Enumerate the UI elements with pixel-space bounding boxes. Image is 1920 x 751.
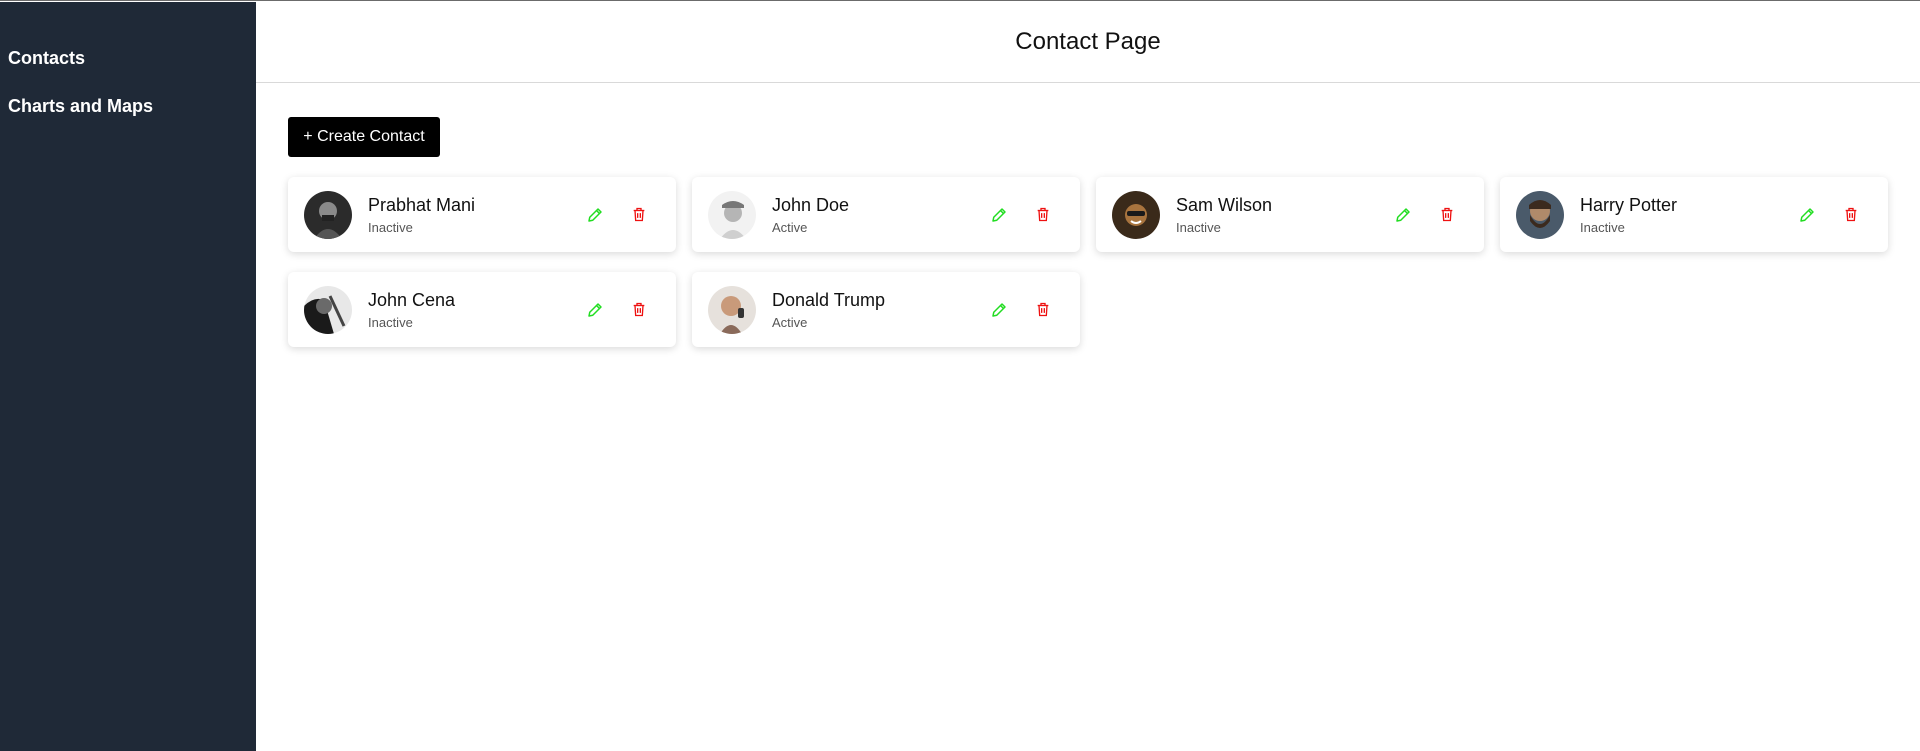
avatar (304, 285, 352, 334)
delete-trash-icon[interactable] (630, 301, 648, 319)
sidebar: Contacts Charts and Maps (0, 2, 256, 751)
contact-actions (1394, 206, 1456, 224)
edit-pencil-icon[interactable] (586, 206, 604, 224)
page-title: Contact Page (1015, 28, 1161, 55)
contact-info: Prabhat Mani Inactive (368, 194, 586, 235)
contact-info: Harry Potter Inactive (1580, 194, 1798, 235)
contact-status: Active (772, 220, 808, 235)
create-contact-button[interactable]: + Create Contact (288, 117, 440, 157)
edit-pencil-icon[interactable] (586, 301, 604, 319)
contact-card: Donald Trump Active (692, 272, 1080, 347)
contact-info: John Cena Inactive (368, 289, 586, 330)
contact-actions (1798, 206, 1860, 224)
delete-trash-icon[interactable] (1842, 206, 1860, 224)
delete-trash-icon[interactable] (1438, 206, 1456, 224)
contact-status: Inactive (368, 220, 413, 235)
contact-actions (586, 301, 648, 319)
contact-status: Inactive (368, 315, 413, 330)
main-content: Contact Page + Create Contact Prabhat Ma… (256, 2, 1920, 751)
contact-info: Donald Trump Active (772, 289, 990, 330)
contact-card: Prabhat Mani Inactive (288, 177, 676, 252)
contact-name: John Cena (368, 290, 456, 310)
contact-name: Harry Potter (1580, 195, 1678, 215)
sidebar-item-contacts[interactable]: Contacts (0, 46, 256, 94)
contact-status: Inactive (1176, 220, 1221, 235)
contact-info: Sam Wilson Inactive (1176, 194, 1394, 235)
delete-trash-icon[interactable] (1034, 206, 1052, 224)
contact-card: Harry Potter Inactive (1500, 177, 1888, 252)
contact-status: Active (772, 315, 808, 330)
app-root: Contacts Charts and Maps Contact Page + … (0, 0, 1920, 751)
sidebar-item-charts-and-maps[interactable]: Charts and Maps (0, 94, 256, 142)
contact-card: John Doe Active (692, 177, 1080, 252)
contact-actions (990, 301, 1052, 319)
avatar (1112, 190, 1160, 239)
contact-name: John Doe (772, 195, 850, 215)
contact-info: John Doe Active (772, 194, 990, 235)
avatar (1516, 190, 1564, 239)
contact-actions (990, 206, 1052, 224)
contact-card: John Cena Inactive (288, 272, 676, 347)
contact-card: Sam Wilson Inactive (1096, 177, 1484, 252)
page-header: Contact Page (256, 2, 1920, 83)
delete-trash-icon[interactable] (1034, 301, 1052, 319)
avatar (708, 190, 756, 239)
contact-name: Sam Wilson (1176, 195, 1273, 215)
contact-list: Prabhat Mani Inactive John Doe Active Sa… (288, 177, 1888, 347)
avatar (708, 285, 756, 334)
delete-trash-icon[interactable] (630, 206, 648, 224)
contact-name: Prabhat Mani (368, 195, 476, 215)
contact-name: Donald Trump (772, 290, 886, 310)
edit-pencil-icon[interactable] (1798, 206, 1816, 224)
edit-pencil-icon[interactable] (1394, 206, 1412, 224)
avatar (304, 190, 352, 239)
edit-pencil-icon[interactable] (990, 206, 1008, 224)
edit-pencil-icon[interactable] (990, 301, 1008, 319)
contact-status: Inactive (1580, 220, 1625, 235)
contact-actions (586, 206, 648, 224)
